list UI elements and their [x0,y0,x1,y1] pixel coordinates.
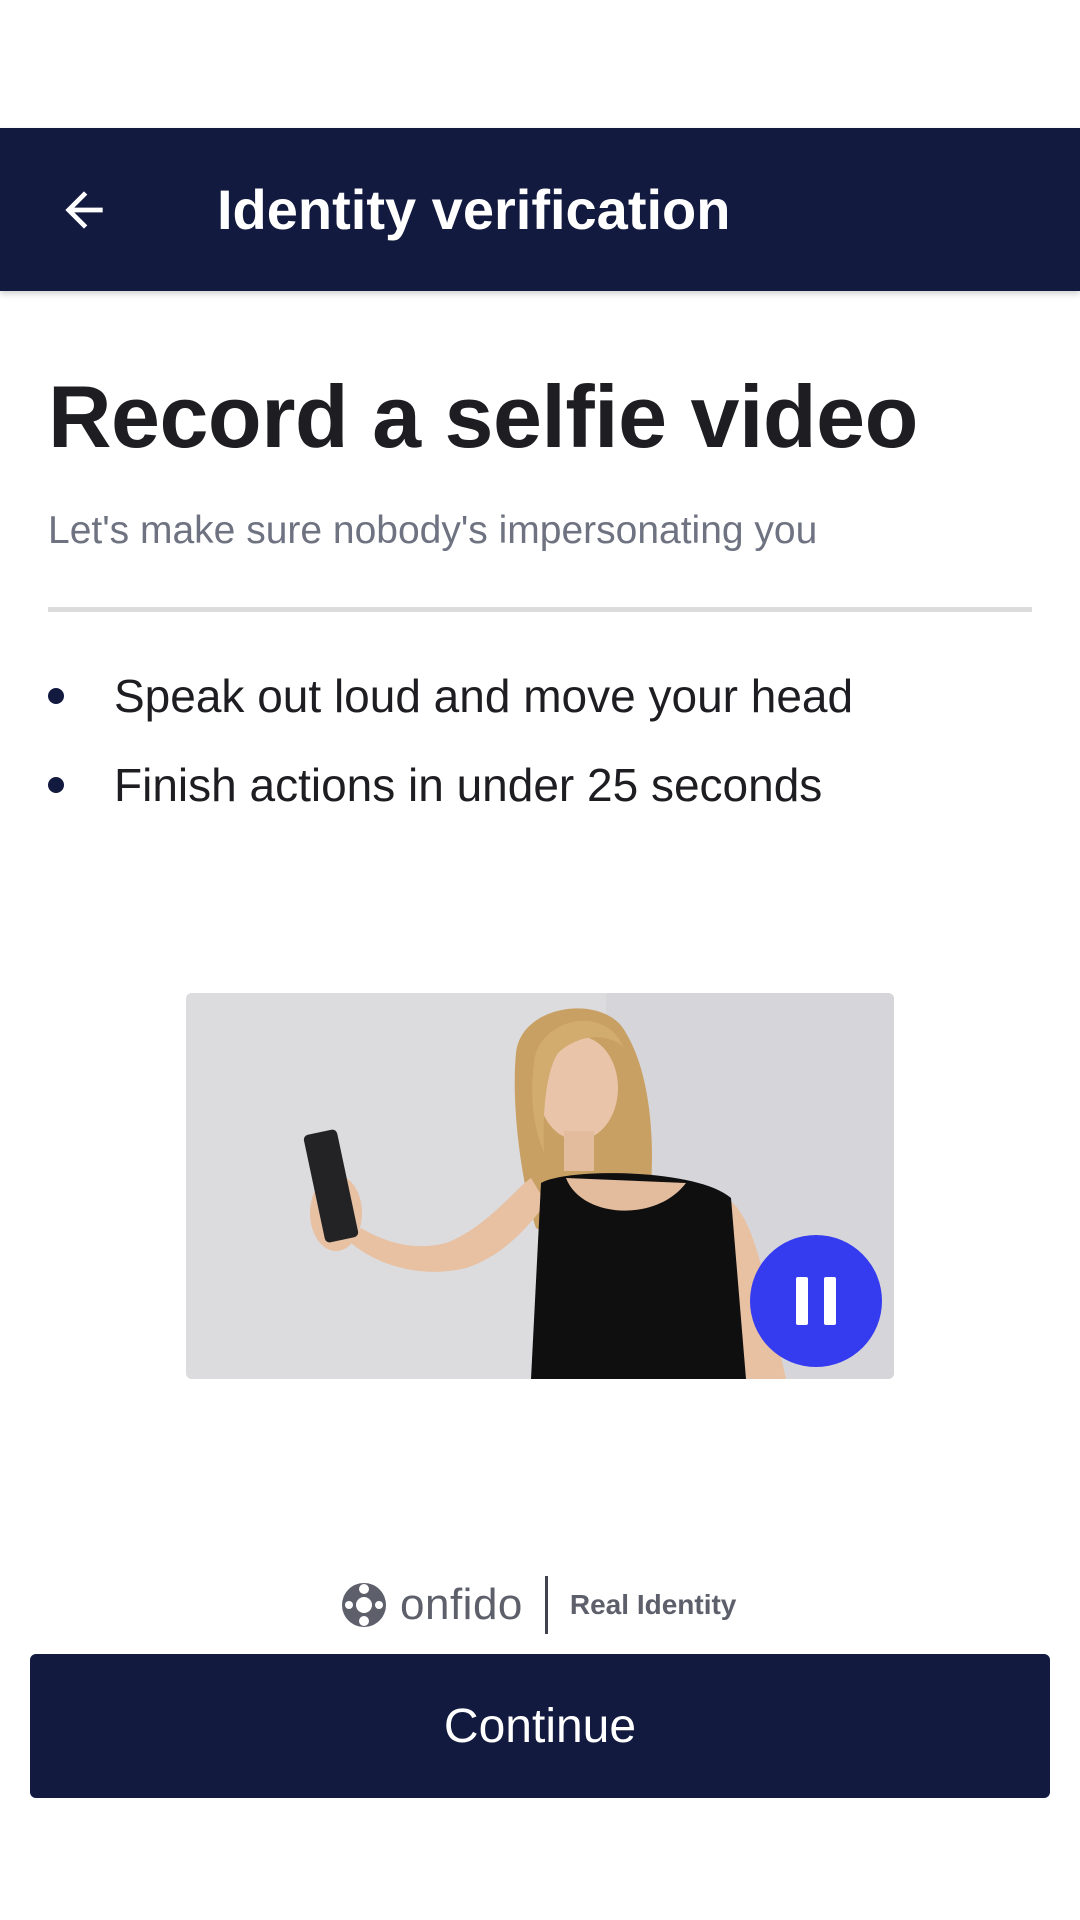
app-bar: Identity verification [0,128,1080,291]
brand-tagline: Real Identity [569,1589,737,1620]
brand-wordmark: onfido [400,1580,523,1629]
selfie-video-preview[interactable] [186,993,894,1379]
status-bar [0,0,1080,128]
divider [48,607,1032,612]
app-bar-title: Identity verification [217,178,731,241]
back-button[interactable] [36,169,132,251]
brand-separator [544,1576,548,1634]
page-title: Record a selfie video [48,367,918,466]
arrow-left-icon [65,191,103,229]
brand-lockup: onfido Real Identity [340,1570,736,1640]
pause-button[interactable] [750,1235,882,1367]
brand-footer: onfido Real Identity [0,1570,1080,1640]
instruction-text: Speak out loud and move your head [114,670,854,722]
onfido-logo-icon [342,1583,386,1627]
instruction-item: Speak out loud and move your head [48,663,1032,752]
instruction-item: Finish actions in under 25 seconds [48,752,1032,841]
instruction-text: Finish actions in under 25 seconds [114,759,823,811]
bullet-dot-icon [48,688,64,704]
instruction-list: Speak out loud and move your head Finish… [48,663,1032,841]
continue-button[interactable]: Continue [30,1654,1050,1798]
bullet-dot-icon [48,777,64,793]
pause-icon [796,1277,836,1325]
page-subtitle: Let's make sure nobody's impersonating y… [48,509,818,552]
